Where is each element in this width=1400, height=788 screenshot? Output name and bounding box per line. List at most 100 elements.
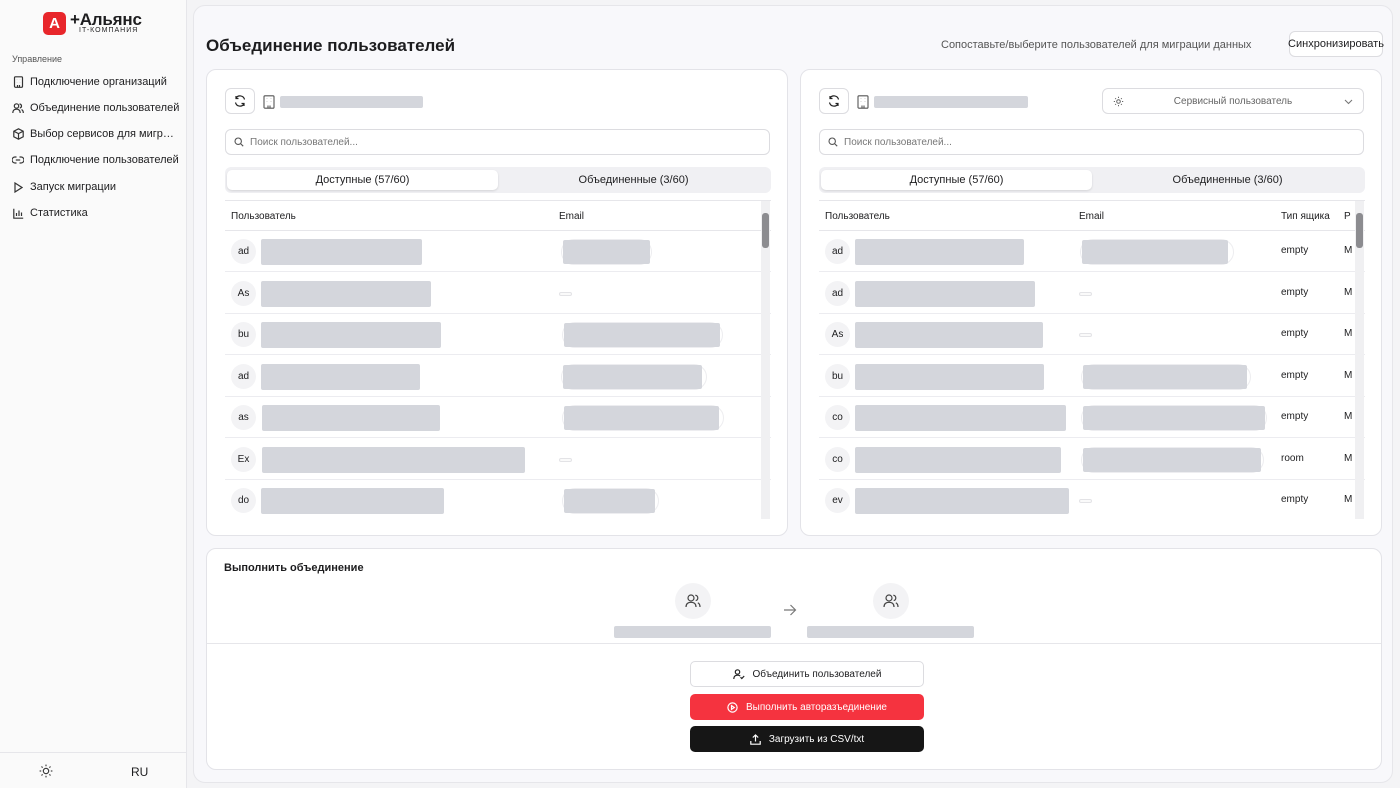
sun-icon[interactable]: [39, 764, 53, 778]
user-search-field[interactable]: [819, 129, 1364, 155]
refresh-button[interactable]: [225, 88, 255, 114]
upload-icon: [750, 733, 761, 745]
sidebar-item-user-connect[interactable]: Подключение пользователей: [12, 151, 180, 169]
truncated-cell: M: [1344, 287, 1353, 298]
divider: [207, 643, 1381, 644]
table-row[interactable]: as: [225, 397, 771, 438]
truncated-cell: M: [1344, 411, 1353, 422]
user-search-input[interactable]: [250, 136, 732, 148]
table-row[interactable]: co room M: [819, 439, 1365, 480]
link-icon: [12, 154, 24, 166]
box-type: empty: [1281, 287, 1309, 298]
email-placeholder: [1083, 365, 1247, 389]
user-avatar: As: [825, 322, 850, 347]
email-badge: [562, 322, 723, 348]
box-type: empty: [1281, 494, 1309, 505]
sidebar-item-service-select[interactable]: Выбор сервисов для миграц...: [12, 125, 180, 143]
sidebar-item-label: Статистика: [30, 207, 88, 219]
user-name-placeholder: [855, 488, 1069, 514]
tab-available[interactable]: Доступные (57/60): [227, 170, 498, 190]
table-row[interactable]: ad: [225, 356, 771, 397]
tab-available[interactable]: Доступные (57/60): [821, 170, 1092, 190]
user-search-input[interactable]: [844, 136, 1326, 148]
sync-button[interactable]: Синхронизировать: [1288, 31, 1384, 57]
column-user: Пользователь: [231, 211, 296, 222]
box-type: empty: [1281, 370, 1309, 381]
gear-icon: [1113, 96, 1124, 107]
page-description: Сопоставьте/выберите пользователей для м…: [941, 39, 1252, 51]
language-switcher[interactable]: RU: [131, 765, 148, 779]
building-icon: [857, 95, 869, 109]
user-name-placeholder: [261, 488, 444, 514]
tab-merged[interactable]: Объединенные (3/60): [1092, 170, 1363, 190]
truncated-cell: M: [1344, 370, 1353, 381]
tab-merged[interactable]: Объединенные (3/60): [498, 170, 769, 190]
bar-chart-icon: [12, 207, 24, 219]
user-avatar: As: [231, 281, 256, 306]
column-email: Email: [1079, 211, 1105, 222]
table-scrollbar[interactable]: [761, 201, 770, 519]
email-badge: [1080, 239, 1234, 265]
search-icon: [234, 137, 244, 147]
refresh-icon: [828, 95, 840, 107]
user-avatar: co: [825, 405, 850, 430]
user-name-placeholder: [261, 322, 441, 348]
truncated-cell: M: [1344, 494, 1353, 505]
table-row[interactable]: bu: [225, 314, 771, 355]
table-row[interactable]: ad empty M: [819, 231, 1365, 272]
building-icon: [263, 95, 275, 109]
table-row[interactable]: As: [225, 273, 771, 314]
users-table: Пользователь Email Тип ящика Р ad empty …: [819, 200, 1365, 519]
sidebar-item-label: Объединение пользователей: [30, 102, 180, 114]
box-icon: [12, 128, 24, 140]
chevron-down-icon: [1344, 99, 1353, 105]
auto-unmerge-button[interactable]: Выполнить авторазъединение: [690, 694, 924, 720]
sidebar-section-title: Управление: [12, 54, 63, 64]
user-name-placeholder: [855, 281, 1035, 307]
users-icon: [12, 102, 24, 114]
user-avatar: bu: [231, 322, 256, 347]
table-scrollbar[interactable]: [1355, 201, 1364, 519]
table-row[interactable]: ad empty M: [819, 273, 1365, 314]
brand-logo[interactable]: А +Альянс IT-КОМПАНИЯ: [43, 10, 153, 37]
sidebar-item-label: Подключение пользователей: [30, 154, 179, 166]
email-badge: [1081, 405, 1267, 431]
box-type: room: [1281, 453, 1304, 464]
email-empty: [559, 458, 572, 462]
brand-logo-mark: А: [43, 12, 66, 35]
table-row[interactable]: ev empty M: [819, 480, 1365, 519]
service-user-select[interactable]: Сервисный пользователь: [1102, 88, 1364, 114]
upload-csv-button[interactable]: Загрузить из CSV/txt: [690, 726, 924, 752]
user-search-field[interactable]: [225, 129, 770, 155]
sidebar-item-org-connect[interactable]: Подключение организаций: [12, 73, 180, 91]
auto-unmerge-button-label: Выполнить авторазъединение: [746, 701, 887, 713]
table-row[interactable]: co empty M: [819, 397, 1365, 438]
user-avatar: ad: [825, 239, 850, 264]
sidebar-item-statistics[interactable]: Статистика: [12, 204, 180, 222]
email-placeholder: [1083, 406, 1265, 430]
table-row[interactable]: bu empty M: [819, 356, 1365, 397]
scrollbar-thumb[interactable]: [762, 213, 769, 248]
sidebar-item-label: Выбор сервисов для миграц...: [30, 128, 180, 140]
play-icon: [12, 181, 24, 193]
main-content: Объединение пользователей Сопоставьте/вы…: [193, 5, 1393, 783]
sidebar-item-migration-run[interactable]: Запуск миграции: [12, 178, 180, 196]
upload-csv-button-label: Загрузить из CSV/txt: [768, 733, 865, 745]
sidebar-item-user-merge[interactable]: Объединение пользователей: [12, 99, 180, 117]
table-row[interactable]: As empty M: [819, 314, 1365, 355]
table-row[interactable]: do: [225, 480, 771, 519]
scrollbar-thumb[interactable]: [1356, 213, 1363, 248]
table-row[interactable]: Ex: [225, 439, 771, 480]
user-name-placeholder: [855, 447, 1061, 473]
source-users-panel: Доступные (57/60) Объединенные (3/60) По…: [206, 69, 788, 536]
refresh-button[interactable]: [819, 88, 849, 114]
merge-users-button[interactable]: Объединить пользователей: [690, 661, 924, 687]
table-header: Пользователь Email: [225, 201, 771, 231]
user-avatar: ad: [231, 239, 256, 264]
user-name-placeholder: [855, 322, 1043, 348]
table-row[interactable]: ad: [225, 231, 771, 272]
sidebar: А +Альянс IT-КОМПАНИЯ Управление Подключ…: [0, 0, 187, 788]
users-tabs: Доступные (57/60) Объединенные (3/60): [819, 167, 1365, 193]
user-avatar: ev: [825, 488, 850, 513]
organization-name-placeholder: [874, 96, 1028, 108]
